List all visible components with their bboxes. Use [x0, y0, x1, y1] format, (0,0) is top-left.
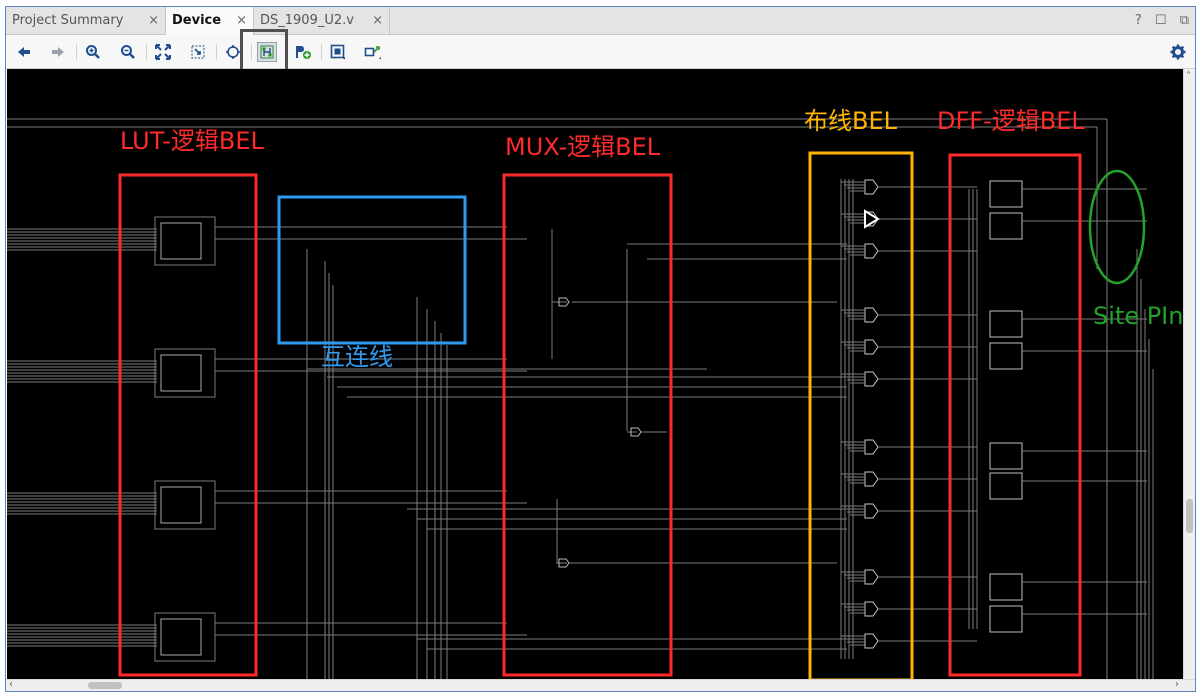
- lut-bel: [160, 222, 202, 260]
- scroll-up-icon[interactable]: ˄: [1186, 72, 1191, 82]
- mux-annotation: MUX-逻辑BEL: [505, 133, 660, 161]
- device-window: Project Summary × Device × DS_1909_U2.v …: [5, 6, 1196, 692]
- tab-bar: Project Summary × Device × DS_1909_U2.v …: [6, 7, 1195, 35]
- forward-icon[interactable]: [48, 42, 68, 62]
- routing-bel: [864, 243, 879, 259]
- dff-bel: [989, 442, 1023, 470]
- site-pins-highlight-ellipse: [1088, 169, 1146, 285]
- dff-bel: [989, 472, 1023, 500]
- lut-bel-site: [154, 480, 216, 530]
- routing-bel-selected: [864, 209, 880, 229]
- tab-label: Project Summary: [12, 13, 124, 28]
- scroll-right-icon[interactable]: ›: [1175, 680, 1179, 690]
- lut-bel: [160, 618, 202, 656]
- device-canvas[interactable]: LUT-逻辑BEL 互连线 MUX-逻辑BEL 布线BEL DFF-逻辑BEL …: [7, 69, 1183, 683]
- routing-bel: [864, 569, 879, 585]
- scroll-left-icon[interactable]: ‹: [9, 680, 13, 690]
- routing-annotation: 布线BEL: [804, 107, 897, 135]
- vertical-scrollbar[interactable]: ˄: [1183, 69, 1195, 683]
- draw-region-icon[interactable]: [363, 42, 383, 62]
- add-pblock-icon[interactable]: [293, 42, 313, 62]
- lut-bel: [160, 486, 202, 524]
- routing-bel: [864, 633, 879, 649]
- mux-label: MUX-逻辑BEL: [505, 133, 661, 161]
- zoom-selection-icon[interactable]: [188, 42, 208, 62]
- site-pins-label: Site PIns: [1093, 302, 1183, 330]
- routing-bel: [864, 503, 879, 519]
- tab-label: Device: [172, 13, 222, 28]
- routing-bel: [864, 371, 879, 387]
- lut-annotation: LUT-逻辑BEL: [120, 127, 264, 155]
- interconnect-annotation: 互连线: [321, 343, 393, 371]
- dff-bel: [989, 342, 1023, 370]
- fit-icon[interactable]: [153, 42, 173, 62]
- horizontal-scrollbar[interactable]: ‹ ›: [6, 679, 1195, 691]
- routing-highlight-box: [808, 151, 914, 682]
- routing-bel: [864, 471, 879, 487]
- routing-bel: [864, 439, 879, 455]
- routing-bel: [864, 601, 879, 617]
- site-pins-annotation: Site PIns: [1093, 302, 1183, 330]
- vertical-scroll-thumb[interactable]: [1186, 499, 1193, 533]
- routing-bel: [864, 179, 879, 195]
- tab-project-summary[interactable]: Project Summary ×: [6, 7, 166, 34]
- close-icon[interactable]: ×: [148, 7, 159, 34]
- mux-highlight-box: [502, 173, 673, 677]
- tab-label: DS_1909_U2.v: [260, 13, 354, 28]
- back-icon[interactable]: [14, 42, 34, 62]
- close-icon[interactable]: ×: [372, 7, 383, 34]
- dff-label: DFF-逻辑BEL: [937, 107, 1085, 135]
- gear-icon[interactable]: [1168, 42, 1188, 62]
- lut-bel-site: [154, 348, 216, 398]
- routing-bel: [864, 339, 879, 355]
- toolbar: [6, 35, 1195, 69]
- lut-label: LUT-逻辑BEL: [120, 127, 264, 155]
- lut-bel-site: [154, 216, 216, 266]
- zoom-out-icon[interactable]: [118, 42, 138, 62]
- minimize-icon[interactable]: ☐: [1155, 7, 1167, 34]
- routing-label: 布线BEL: [804, 107, 897, 135]
- dff-bel: [989, 605, 1023, 633]
- restore-icon[interactable]: ⧉: [1180, 7, 1189, 34]
- device-schematic: [7, 118, 1154, 683]
- horizontal-scroll-thumb[interactable]: [88, 682, 122, 689]
- dff-bel: [989, 573, 1023, 601]
- routing-bel: [864, 307, 879, 323]
- help-icon[interactable]: ?: [1135, 7, 1142, 34]
- dff-annotation: DFF-逻辑BEL: [937, 107, 1085, 135]
- lut-bel: [160, 354, 202, 392]
- draw-pblock-icon[interactable]: [328, 42, 348, 62]
- lut-bel-site: [154, 612, 216, 662]
- dff-bel: [989, 180, 1023, 208]
- zoom-in-icon[interactable]: [83, 42, 103, 62]
- window-controls: ? ☐ ⧉: [1126, 7, 1189, 34]
- dff-bel: [989, 310, 1023, 338]
- interconnect-label: 互连线: [321, 343, 393, 371]
- dff-bel: [989, 212, 1023, 240]
